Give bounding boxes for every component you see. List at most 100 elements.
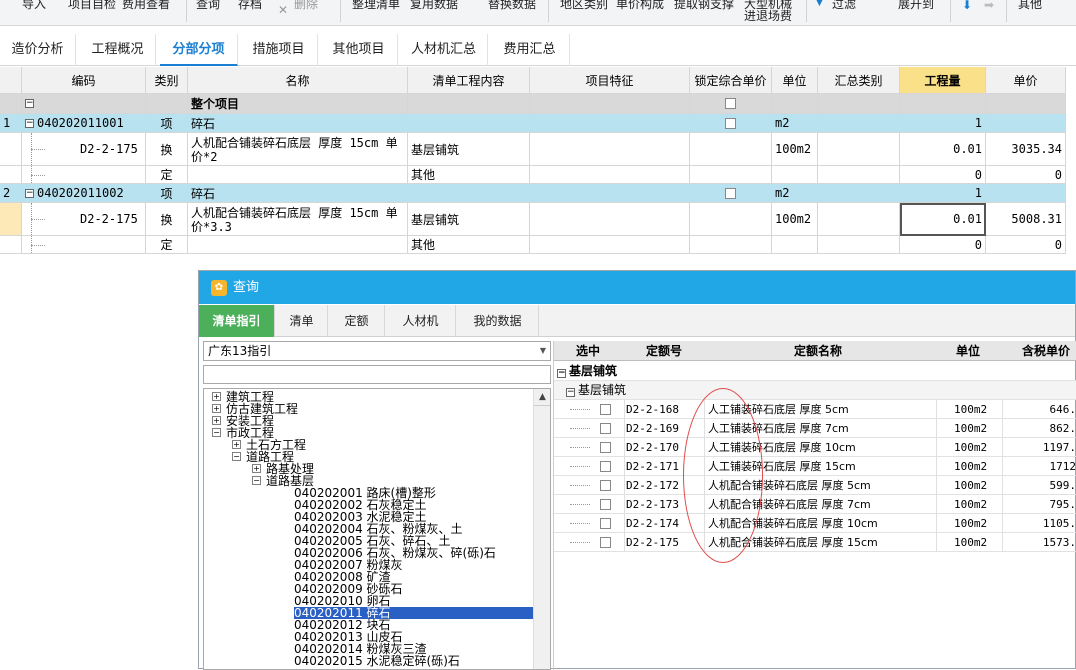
tree-expander-icon[interactable]: + [212, 392, 221, 401]
cell-blank[interactable] [818, 114, 900, 133]
col-header[interactable]: 汇总类别 [818, 67, 900, 94]
cell-type[interactable]: 换 [146, 133, 188, 166]
toolbar-item-8[interactable]: 替换数据 [488, 0, 536, 14]
tree-item[interactable]: 040202015 水泥稳定碎(砾)石 [294, 655, 460, 667]
cell-blank[interactable] [818, 203, 900, 236]
cell-qty[interactable]: 0.01 [900, 133, 986, 166]
cell-blank[interactable] [530, 203, 690, 236]
toolbar-item-15[interactable]: 展开到 [898, 0, 934, 14]
cell-content[interactable]: 其他 [408, 236, 530, 254]
cell-qty[interactable]: 1 [900, 184, 986, 203]
col-header[interactable]: 项目特征 [530, 67, 690, 94]
cell-content[interactable]: 基层铺筑 [408, 133, 530, 166]
cell-price[interactable]: 0 [986, 166, 1066, 184]
toolbar-item-1[interactable]: 项目自检 [68, 0, 116, 14]
cell-blank[interactable] [530, 114, 690, 133]
select-checkbox[interactable] [600, 404, 611, 415]
toolbar-item-6[interactable]: 整理清单 [352, 0, 400, 14]
cell-price[interactable] [986, 184, 1066, 203]
result-row[interactable]: D2-2-168人工铺装碎石底层 厚度 5cm100m2646. [554, 400, 1076, 419]
cell-qty[interactable]: 1 [900, 114, 986, 133]
cell-blank[interactable] [690, 236, 772, 254]
select-checkbox[interactable] [600, 537, 611, 548]
cell-name[interactable] [188, 236, 408, 254]
cell-blank[interactable] [530, 236, 690, 254]
result-row[interactable]: D2-2-174人机配合铺装碎石底层 厚度 10cm100m21105. [554, 514, 1076, 533]
toolbar-item-2[interactable]: 费用查看 [122, 0, 170, 14]
cell-content[interactable] [408, 184, 530, 203]
cell-content[interactable]: 基层铺筑 [408, 203, 530, 236]
arrow-right-icon[interactable]: ➡ [984, 0, 998, 10]
cell-code[interactable]: −040202011001 [22, 114, 146, 133]
cell-unit[interactable]: m2 [772, 114, 818, 133]
toolbar-item-13[interactable]: 进退场费 [744, 6, 792, 26]
cell-unit[interactable] [772, 166, 818, 184]
cell-type[interactable]: 定 [146, 236, 188, 254]
delete-icon[interactable]: ✕ [278, 4, 292, 16]
cell-qty[interactable] [900, 94, 986, 114]
cell-blank[interactable] [530, 166, 690, 184]
collapse-icon[interactable]: − [566, 388, 575, 397]
cell-name[interactable]: 碎石 [188, 114, 408, 133]
tree-scrollbar[interactable]: ▲ [533, 389, 550, 669]
result-header-4[interactable]: 含税单价 [1022, 341, 1070, 361]
cell-price[interactable]: 3035.34 [986, 133, 1066, 166]
toolbar-item-5[interactable]: 删除 [294, 0, 318, 14]
tab-4[interactable]: 其他项目 [320, 34, 398, 66]
result-row[interactable]: D2-2-173人机配合铺装碎石底层 厚度 7cm100m2795. [554, 495, 1076, 514]
tree-search-input[interactable] [203, 365, 551, 384]
tab-5[interactable]: 人材机汇总 [400, 34, 488, 66]
select-checkbox[interactable] [600, 480, 611, 491]
toolbar-item-10[interactable]: 单价构成 [616, 0, 664, 14]
dialog-tab-4[interactable]: 我的数据 [457, 305, 539, 337]
toolbar-item-4[interactable]: 存档 [238, 0, 262, 14]
col-header[interactable]: 单位 [772, 67, 818, 94]
collapse-icon[interactable]: − [25, 99, 34, 108]
cell-unit[interactable] [772, 94, 818, 114]
cell-qty[interactable]: 0 [900, 166, 986, 184]
col-header[interactable]: 清单工程内容 [408, 67, 530, 94]
cell-blank[interactable] [530, 133, 690, 166]
cell-name[interactable] [188, 166, 408, 184]
cell-unit[interactable]: 100m2 [772, 133, 818, 166]
table-row[interactable]: 定其他00 [0, 166, 1076, 184]
cell-price[interactable] [986, 94, 1066, 114]
col-header[interactable]: 编码 [22, 67, 146, 94]
toolbar-item-3[interactable]: 查询 [196, 0, 220, 14]
cell-type[interactable] [146, 94, 188, 114]
lock-price-checkbox[interactable] [725, 98, 736, 109]
table-row[interactable]: 1−040202011001项碎石m21 [0, 114, 1076, 133]
cell-blank[interactable] [690, 203, 772, 236]
cell-name[interactable]: 人机配合铺装碎石底层 厚度 15cm 单价*2 [188, 133, 408, 166]
toolbar-item-9[interactable]: 地区类别 [560, 0, 608, 14]
lock-price-checkbox[interactable] [725, 188, 736, 199]
lock-price-checkbox[interactable] [725, 118, 736, 129]
result-row[interactable]: D2-2-175人机配合铺装碎石底层 厚度 15cm100m21573. [554, 533, 1076, 552]
collapse-icon[interactable]: − [557, 369, 566, 378]
cell-unit[interactable]: m2 [772, 184, 818, 203]
cell-name[interactable]: 整个项目 [188, 94, 408, 114]
filter-icon[interactable]: ▼ [816, 0, 830, 10]
result-row[interactable]: D2-2-169人工铺装碎石底层 厚度 7cm100m2862. [554, 419, 1076, 438]
tab-1[interactable]: 工程概况 [80, 34, 156, 66]
tree-expander-icon[interactable]: + [212, 416, 221, 425]
cell-blank[interactable] [690, 94, 772, 114]
dialog-tab-3[interactable]: 人材机 [386, 305, 456, 337]
cell-code[interactable]: D2-2-175 *3.3 [22, 203, 146, 236]
cell-blank[interactable] [690, 133, 772, 166]
cell-qty[interactable]: 0.01 [900, 203, 986, 236]
collapse-icon[interactable]: − [25, 119, 34, 128]
cell-blank[interactable] [818, 184, 900, 203]
result-header-3[interactable]: 单位 [956, 341, 980, 361]
dialog-tab-2[interactable]: 定额 [329, 305, 385, 337]
collapse-icon[interactable]: − [25, 189, 34, 198]
cell-code[interactable]: −040202011002 [22, 184, 146, 203]
tab-6[interactable]: 费用汇总 [490, 34, 570, 66]
tree-expander-icon[interactable]: + [232, 440, 241, 449]
cell-price[interactable]: 5008.31 [986, 203, 1066, 236]
cell-content[interactable] [408, 114, 530, 133]
col-header[interactable]: 锁定综合单价 [690, 67, 772, 94]
cell-price[interactable]: 0 [986, 236, 1066, 254]
col-header[interactable]: 单价 [986, 67, 1066, 94]
col-header[interactable]: 工程量 [900, 67, 986, 94]
